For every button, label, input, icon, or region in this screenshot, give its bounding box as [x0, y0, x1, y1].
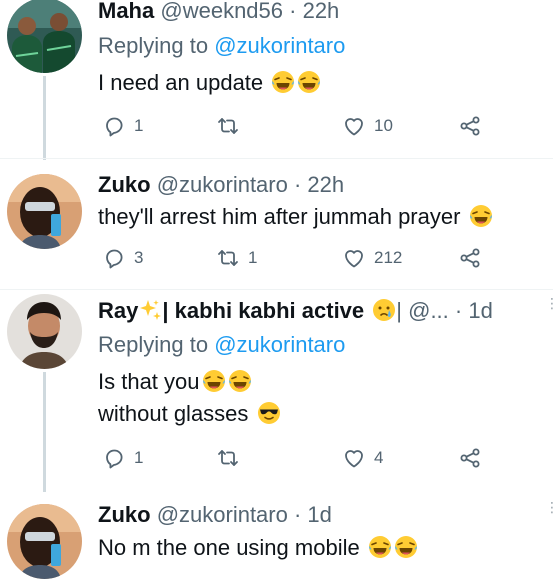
laughing-crying-emoji	[201, 369, 226, 393]
retweet-icon	[218, 450, 238, 466]
tweet-actions: 3 1 212	[98, 246, 518, 274]
more-options-button[interactable]: ⋮	[545, 500, 553, 514]
handle[interactable]: @zukorintaro	[157, 502, 288, 527]
tweet-actions: 1 4	[98, 446, 518, 474]
tweet-header: Ray | kabhi kabhi active | @... · 1d	[98, 298, 493, 324]
laughing-crying-emoji	[368, 535, 392, 559]
avatar[interactable]	[7, 294, 82, 369]
retweet-icon	[218, 250, 238, 266]
heart-icon	[345, 250, 363, 268]
replying-prefix: Replying to	[98, 332, 215, 357]
like-count: 10	[374, 116, 393, 135]
avatar[interactable]	[7, 0, 82, 73]
avatar[interactable]	[7, 174, 82, 249]
tweet-text-line: Is that you	[98, 369, 200, 394]
reply-button[interactable]: 1	[102, 446, 143, 470]
handle[interactable]: @zukorintaro	[157, 172, 288, 197]
reply-count: 1	[134, 116, 144, 135]
retweet-count: 1	[248, 248, 258, 267]
display-name[interactable]: Zuko	[98, 502, 151, 527]
crying-emoji	[372, 298, 397, 322]
divider	[0, 158, 553, 159]
tweet-text-line: No m the one using mobile	[98, 535, 360, 560]
tweet-text-line: without glasses	[98, 401, 249, 426]
timestamp[interactable]: · 1d	[294, 502, 332, 527]
tweet-text: No m the one using mobile	[98, 532, 418, 564]
like-button[interactable]: 4	[342, 446, 383, 470]
timestamp[interactable]: · 22h	[294, 172, 344, 197]
handle[interactable]: @weeknd56	[160, 0, 283, 23]
laughing-crying-emoji	[227, 369, 252, 393]
laughing-crying-emoji	[468, 204, 493, 228]
heart-icon	[345, 118, 363, 136]
tweet-zuko[interactable]: Zuko @zukorintaro · 22h they'll arrest h…	[0, 160, 553, 288]
handle[interactable]: | @...	[396, 298, 449, 323]
reply-count: 1	[134, 448, 144, 467]
reply-button[interactable]: 3	[102, 246, 143, 270]
tweet-actions: 1 10	[98, 114, 518, 142]
laughing-crying-emoji	[271, 70, 296, 94]
retweet-button[interactable]	[216, 114, 248, 138]
display-name[interactable]: Maha	[98, 0, 154, 23]
thread-line	[43, 76, 46, 160]
heart-icon	[345, 450, 363, 468]
laughing-crying-emoji	[394, 535, 418, 559]
thread-line	[43, 372, 46, 492]
display-name[interactable]: Ray	[98, 298, 138, 323]
laughing-crying-emoji	[297, 70, 322, 94]
tweet-header: Zuko @zukorintaro · 22h	[98, 172, 344, 198]
share-icon	[460, 248, 480, 268]
replying-handle-link[interactable]: @zukorintaro	[214, 332, 345, 357]
tweet-text-line: I need an update	[98, 70, 264, 95]
like-count: 4	[374, 448, 384, 467]
tweet-header: Zuko @zukorintaro · 1d	[98, 502, 332, 528]
tweet-maha[interactable]: Maha @weeknd56 · 22h Replying to @zukori…	[0, 0, 553, 160]
display-name-suffix[interactable]: | kabhi kabhi active	[162, 298, 364, 323]
share-button[interactable]	[458, 114, 482, 138]
tweet-text: they'll arrest him after jummah prayer	[98, 201, 493, 233]
tweet-text: I need an update	[98, 67, 322, 99]
timestamp[interactable]: · 22h	[289, 0, 339, 23]
reply-count: 3	[134, 248, 144, 267]
display-name[interactable]: Zuko	[98, 172, 151, 197]
replying-to: Replying to @zukorintaro	[98, 332, 345, 358]
replying-to: Replying to @zukorintaro	[98, 33, 345, 59]
tweet-text-line: they'll arrest him after jummah prayer	[98, 204, 461, 229]
tweet-ray[interactable]: Ray | kabhi kabhi active | @... · 1d Repl…	[0, 290, 553, 492]
retweet-button[interactable]: 1	[216, 246, 257, 270]
retweet-icon	[218, 118, 238, 134]
more-options-button[interactable]: ⋮	[545, 296, 553, 310]
tweet-text: Is that you without glasses	[98, 366, 281, 430]
share-button[interactable]	[458, 246, 482, 270]
share-button[interactable]	[458, 446, 482, 470]
like-button[interactable]: 10	[342, 114, 393, 138]
share-icon	[460, 116, 480, 136]
replying-handle-link[interactable]: @zukorintaro	[214, 33, 345, 58]
sunglasses-emoji	[256, 401, 281, 425]
reply-icon	[106, 449, 123, 469]
reply-icon	[106, 249, 123, 269]
sparkles-emoji	[140, 300, 162, 320]
reply-button[interactable]: 1	[102, 114, 143, 138]
tweet-header: Maha @weeknd56 · 22h	[98, 0, 339, 24]
avatar[interactable]	[7, 504, 82, 579]
reply-icon	[106, 117, 123, 137]
retweet-button[interactable]	[216, 446, 248, 470]
replying-prefix: Replying to	[98, 33, 215, 58]
like-button[interactable]: 212	[342, 246, 402, 270]
timestamp[interactable]: · 1d	[455, 298, 493, 323]
like-count: 212	[374, 248, 403, 267]
share-icon	[460, 448, 480, 468]
tweet-zuko-reply[interactable]: Zuko @zukorintaro · 1d No m the one usin…	[0, 490, 553, 579]
